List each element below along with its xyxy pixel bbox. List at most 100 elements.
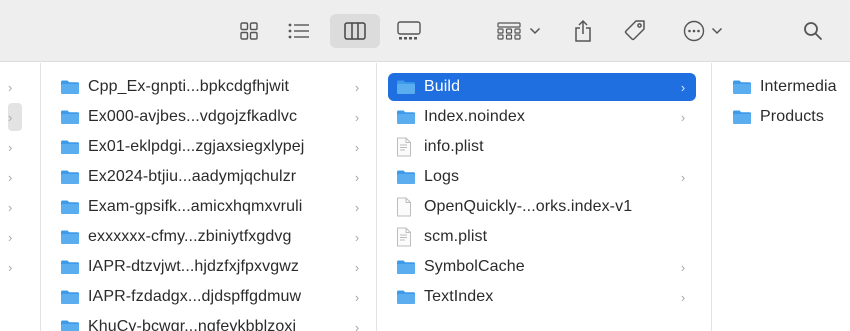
icon-view-button[interactable] [232, 14, 266, 48]
chevron-right-icon: › [354, 109, 360, 125]
chevron-right-icon: › [354, 289, 360, 305]
folder-icon [396, 79, 416, 95]
item-label: KhuCy-bcwgr...ngfeykbblzoxi [88, 318, 297, 331]
list-item[interactable]: exxxxxx-cfmy...zbiniytfxgdvg › [52, 223, 370, 251]
list-item[interactable]: KhuCy-bcwgr...ngfeykbblzoxi › [52, 313, 370, 331]
group-button[interactable] [492, 14, 546, 48]
item-label: Index.noindex [424, 108, 525, 125]
list-item[interactable]: TextIndex › [388, 283, 696, 311]
item-label: info.plist [424, 138, 484, 155]
chevron-right-icon: › [680, 79, 686, 95]
group-icon [497, 22, 521, 40]
chevron-right-icon: › [680, 109, 686, 125]
item-label: Intermedia [760, 78, 837, 95]
folder-icon [60, 109, 80, 125]
item-label: Logs [424, 168, 460, 185]
list-item[interactable]: Intermedia [724, 73, 850, 101]
chevron-right-icon: › [354, 79, 360, 95]
chevron-down-icon [711, 27, 723, 35]
chevron-right-icon: › [8, 79, 13, 95]
list-item[interactable]: Ex01-eklpdgi...zgjaxsiegxlypej › [52, 133, 370, 161]
chevron-down-icon [529, 27, 541, 35]
chevron-right-icon: › [8, 199, 13, 215]
list-item[interactable]: Cpp_Ex-gnpti...bpkcdgfhjwit › [52, 73, 370, 101]
list-item[interactable]: OpenQuickly-...orks.index-v1 [388, 193, 696, 221]
folder-icon [60, 139, 80, 155]
grid-view-icon [240, 22, 258, 40]
chevron-right-icon: › [8, 259, 13, 275]
list-view-button[interactable] [282, 14, 316, 48]
chevron-right-icon: › [8, 139, 13, 155]
tag-button[interactable] [618, 14, 652, 48]
list-view-icon [288, 23, 309, 39]
item-label: scm.plist [424, 228, 488, 245]
item-label: Cpp_Ex-gnpti...bpkcdgfhjwit [88, 78, 290, 95]
chevron-right-icon: › [354, 319, 360, 331]
folder-icon [396, 169, 416, 185]
chevron-right-icon: › [8, 169, 13, 185]
item-label: OpenQuickly-...orks.index-v1 [424, 198, 633, 215]
document-icon [396, 227, 416, 247]
chevron-right-icon: › [354, 169, 360, 185]
tag-icon [624, 20, 645, 41]
list-item[interactable]: Ex2024-btjiu...aadymjqchulzr › [52, 163, 370, 191]
folder-icon [732, 109, 752, 125]
item-label: exxxxxx-cfmy...zbiniytfxgdvg [88, 228, 292, 245]
list-item[interactable]: Exam-gpsifk...amicxhqmxvruli › [52, 193, 370, 221]
list-item[interactable]: Products [724, 103, 850, 131]
folder-icon [732, 79, 752, 95]
column-browser: › › › › › › › Cpp_Ex-gnpti...bpkcdgfhjwi… [0, 63, 850, 331]
finder-toolbar [0, 0, 850, 62]
folder-icon [60, 199, 80, 215]
list-item[interactable]: info.plist [388, 133, 696, 161]
item-label: Build [424, 78, 461, 95]
chevron-right-icon: › [680, 169, 686, 185]
folder-icon [396, 289, 416, 305]
column-0: › › › › › › › [0, 63, 40, 331]
item-label: Exam-gpsifk...amicxhqmxvruli [88, 198, 303, 215]
search-icon [804, 22, 822, 40]
more-icon [683, 20, 705, 42]
gallery-view-button[interactable] [392, 14, 426, 48]
search-button[interactable] [798, 14, 828, 48]
list-item[interactable]: IAPR-dtzvjwt...hjdzfxjfpxvgwz › [52, 253, 370, 281]
column-2: Build › Index.noindex › info.plist Logs › OpenQ… [388, 63, 696, 331]
list-item[interactable]: Logs › [388, 163, 696, 191]
list-item[interactable]: Index.noindex › [388, 103, 696, 131]
folder-icon [60, 319, 80, 331]
blank-file-icon [396, 197, 416, 217]
column-view-button[interactable] [330, 14, 380, 48]
folder-icon [60, 79, 80, 95]
item-label: IAPR-fzdadgx...djdspffgdmuw [88, 288, 302, 305]
folder-icon [60, 259, 80, 275]
more-actions-button[interactable] [678, 14, 728, 48]
folder-icon [396, 259, 416, 275]
list-item[interactable]: scm.plist [388, 223, 696, 251]
item-label: Products [760, 108, 824, 125]
chevron-right-icon: › [8, 229, 13, 245]
item-label: TextIndex [424, 288, 494, 305]
list-item[interactable]: Ex000-avjbes...vdgojzfkadlvc › [52, 103, 370, 131]
folder-icon [396, 109, 416, 125]
item-label: Ex000-avjbes...vdgojzfkadlvc [88, 108, 298, 125]
list-item[interactable]: SymbolCache › [388, 253, 696, 281]
chevron-right-icon: › [680, 289, 686, 305]
folder-icon [60, 229, 80, 245]
share-button[interactable] [568, 14, 598, 48]
list-item-selected[interactable]: Build › [388, 73, 696, 101]
column-1: Cpp_Ex-gnpti...bpkcdgfhjwit › Ex000-avjbes… [52, 63, 370, 331]
share-icon [575, 19, 591, 42]
item-label: SymbolCache [424, 258, 525, 275]
list-item[interactable]: IAPR-fzdadgx...djdspffgdmuw › [52, 283, 370, 311]
item-label: IAPR-dtzvjwt...hjdzfxjfpxvgwz [88, 258, 299, 275]
chevron-right-icon: › [354, 259, 360, 275]
item-label: Ex01-eklpdgi...zgjaxsiegxlypej [88, 138, 305, 155]
chevron-right-icon: › [354, 139, 360, 155]
column-view-icon [344, 22, 366, 40]
chevron-right-icon: › [354, 229, 360, 245]
chevron-right-icon: › [8, 103, 22, 131]
document-icon [396, 137, 416, 157]
item-label: Ex2024-btjiu...aadymjqchulzr [88, 168, 297, 185]
folder-icon [60, 289, 80, 305]
chevron-right-icon: › [354, 199, 360, 215]
